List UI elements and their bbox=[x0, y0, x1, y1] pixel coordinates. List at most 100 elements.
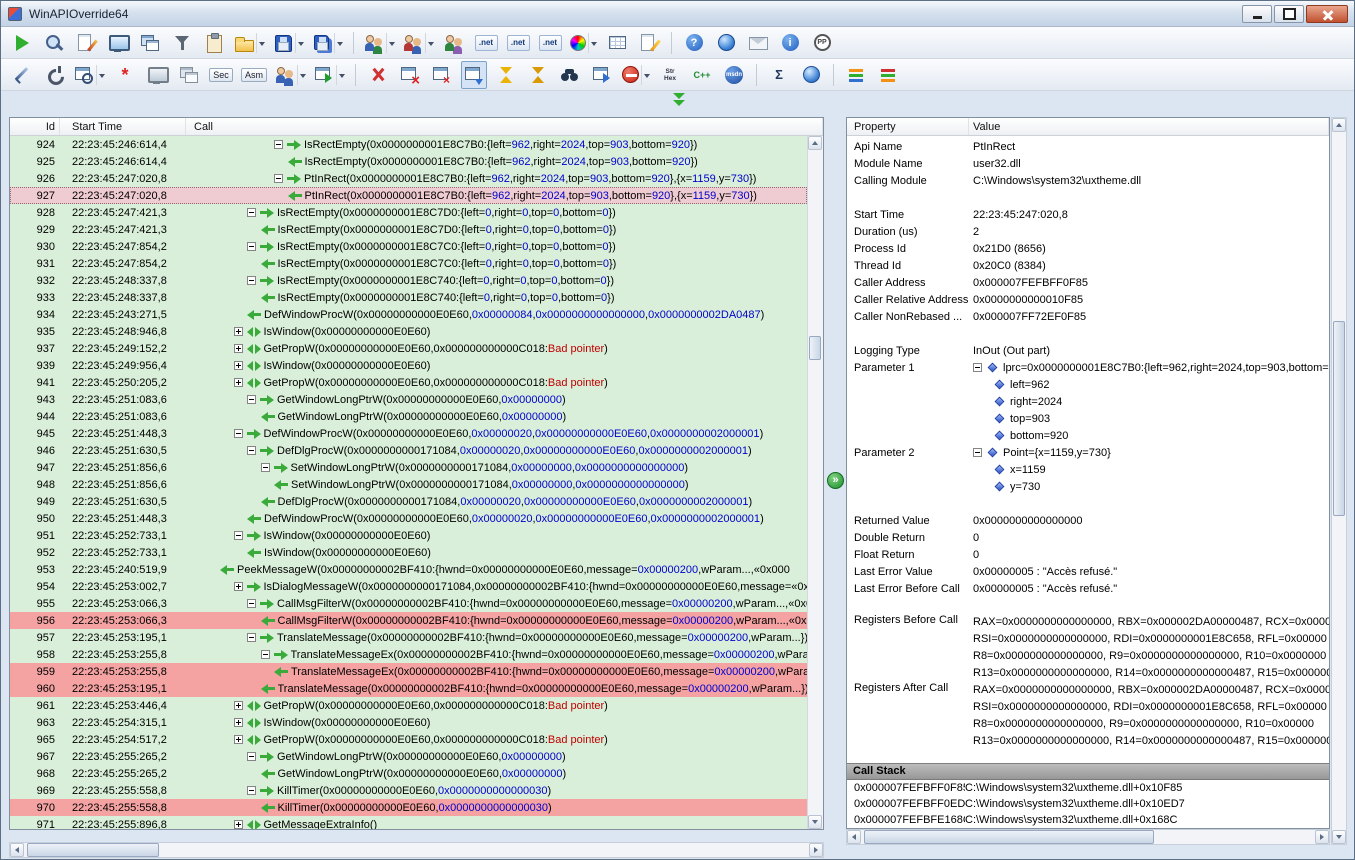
statistics-button[interactable]: Σ bbox=[766, 61, 792, 89]
log-colors-alt-button[interactable] bbox=[875, 61, 901, 89]
dropdown-arrow-icon[interactable] bbox=[386, 33, 395, 53]
process-list-button[interactable] bbox=[137, 29, 163, 57]
break-process-button[interactable]: * bbox=[112, 61, 138, 89]
collapse-panel-button[interactable] bbox=[667, 93, 691, 108]
dropdown-arrow-icon[interactable] bbox=[425, 33, 434, 53]
column-header-call[interactable]: Call bbox=[186, 118, 823, 135]
log-row[interactable]: 93422:23:45:243:271,5DefWindowProcW(0x00… bbox=[10, 306, 807, 323]
details-vertical-scrollbar[interactable] bbox=[1331, 117, 1347, 845]
cpp-filter-button[interactable]: C++ bbox=[689, 61, 715, 89]
log-row[interactable]: 95922:23:45:253:255,8TranslateMessageEx(… bbox=[10, 663, 807, 680]
wait-hook-button[interactable] bbox=[493, 61, 519, 89]
window-finder-button[interactable] bbox=[73, 61, 106, 89]
log-row[interactable]: 95722:23:45:253:195,1TranslateMessage(0x… bbox=[10, 629, 807, 646]
property-row[interactable]: Registers After CallRAX=0x00000000000000… bbox=[847, 682, 1329, 750]
monitoring-file-edit-button[interactable] bbox=[73, 29, 99, 57]
log-row[interactable]: 94822:23:45:251:856,6SetWindowLongPtrW(0… bbox=[10, 476, 807, 493]
color-filter-button[interactable] bbox=[569, 29, 598, 57]
log-row[interactable]: 96722:23:45:255:265,2GetWindowLongPtrW(0… bbox=[10, 748, 807, 765]
dropdown-arrow-icon[interactable] bbox=[295, 33, 304, 53]
property-row[interactable]: Start Time22:23:45:247:020,8 bbox=[847, 206, 1329, 223]
log-row[interactable]: 93722:23:45:249:152,2GetPropW(0x00000000… bbox=[10, 340, 807, 357]
log-row[interactable]: 94522:23:45:251:448,3DefWindowProcW(0x00… bbox=[10, 425, 807, 442]
stop-logging-button[interactable] bbox=[621, 61, 651, 89]
details-horizontal-scrollbar[interactable] bbox=[846, 829, 1330, 845]
log-row[interactable]: 92522:23:45:246:614,4IsRectEmpty(0x00000… bbox=[10, 153, 807, 170]
dotnet-profiler-button[interactable]: .net bbox=[473, 29, 499, 57]
dropdown-arrow-icon[interactable] bbox=[336, 65, 345, 85]
log-row[interactable]: 97022:23:45:255:558,8KillTimer(0x0000000… bbox=[10, 799, 807, 816]
dropdown-arrow-icon[interactable] bbox=[96, 65, 105, 85]
about-button[interactable]: i bbox=[777, 29, 803, 57]
log-row[interactable]: 95322:23:45:240:519,9PeekMessageW(0x0000… bbox=[10, 561, 807, 578]
log-colors-button[interactable] bbox=[843, 61, 869, 89]
dotnet-spy-button[interactable]: .net bbox=[537, 29, 563, 57]
minimize-button[interactable] bbox=[1242, 5, 1272, 23]
cut-hook-button[interactable] bbox=[365, 61, 391, 89]
collapse-box-icon[interactable] bbox=[247, 276, 256, 285]
log-row[interactable]: 93322:23:45:248:337,8IsRectEmpty(0x00000… bbox=[10, 289, 807, 306]
collapse-box-icon[interactable] bbox=[247, 208, 256, 217]
splitter-expand-button[interactable] bbox=[827, 472, 844, 489]
save-all-button[interactable] bbox=[311, 29, 344, 57]
property-row[interactable]: y=730 bbox=[847, 478, 1329, 495]
dropdown-arrow-icon[interactable] bbox=[297, 65, 306, 85]
collapse-box-icon[interactable] bbox=[247, 242, 256, 251]
property-row[interactable]: Float Return0 bbox=[847, 546, 1329, 563]
collapse-box-icon[interactable] bbox=[247, 786, 256, 795]
scrollbar-thumb[interactable] bbox=[809, 336, 821, 360]
log-row[interactable]: 95422:23:45:253:002,7IsDialogMessageW(0x… bbox=[10, 578, 807, 595]
dropdown-arrow-icon[interactable] bbox=[588, 33, 597, 53]
log-row[interactable]: 94622:23:45:251:630,5DefDlgProcW(0x00000… bbox=[10, 442, 807, 459]
collapse-box-icon[interactable] bbox=[247, 395, 256, 404]
property-row[interactable]: Parameter 2Point={x=1159,y=730} bbox=[847, 444, 1329, 461]
scroll-right-icon[interactable] bbox=[809, 843, 823, 857]
log-vertical-scrollbar[interactable] bbox=[807, 136, 823, 829]
scrollbar-thumb[interactable] bbox=[27, 843, 159, 857]
msdn-button[interactable]: msdn bbox=[721, 61, 747, 89]
attach-process-button[interactable] bbox=[41, 29, 67, 57]
tile-windows-button[interactable] bbox=[461, 61, 487, 89]
property-row[interactable]: Last Error Before Call0x00000005 : "Accè… bbox=[847, 580, 1329, 597]
log-row[interactable]: 93222:23:45:248:337,8IsRectEmpty(0x00000… bbox=[10, 272, 807, 289]
log-row[interactable]: 92722:23:45:247:020,8PtInRect(0x00000000… bbox=[10, 187, 807, 204]
expand-box-icon[interactable] bbox=[234, 701, 243, 710]
property-row[interactable]: Module Nameuser32.dll bbox=[847, 155, 1329, 172]
help-button[interactable]: ? bbox=[681, 29, 707, 57]
title-bar[interactable]: WinAPIOverride64 bbox=[1, 1, 1354, 27]
collapse-box-icon[interactable] bbox=[973, 448, 982, 457]
log-row[interactable]: 94722:23:45:251:856,6SetWindowLongPtrW(0… bbox=[10, 459, 807, 476]
log-row[interactable]: 93022:23:45:247:854,2IsRectEmpty(0x00000… bbox=[10, 238, 807, 255]
log-row[interactable]: 94322:23:45:251:083,6GetWindowLongPtrW(0… bbox=[10, 391, 807, 408]
log-row[interactable]: 96522:23:45:254:517,2GetPropW(0x00000000… bbox=[10, 731, 807, 748]
scrollbar-thumb[interactable] bbox=[1333, 321, 1345, 516]
select-window-button[interactable] bbox=[105, 29, 131, 57]
log-row[interactable]: 96822:23:45:255:265,2GetWindowLongPtrW(0… bbox=[10, 765, 807, 782]
string-hex-view-button[interactable]: Str Hex bbox=[657, 61, 683, 89]
log-row[interactable]: 92822:23:45:247:421,3IsRectEmpty(0x00000… bbox=[10, 204, 807, 221]
collapse-box-icon[interactable] bbox=[247, 599, 256, 608]
brand-button[interactable]: PP bbox=[809, 29, 835, 57]
expand-box-icon[interactable] bbox=[234, 582, 243, 591]
report-view-button[interactable] bbox=[604, 29, 630, 57]
property-row[interactable]: Returned Value0x0000000000000000 bbox=[847, 512, 1329, 529]
dotnet-monitor-button[interactable]: .net bbox=[505, 29, 531, 57]
log-edit-button[interactable] bbox=[636, 29, 662, 57]
log-row[interactable]: 95522:23:45:253:066,3CallMsgFilterW(0x00… bbox=[10, 595, 807, 612]
log-row[interactable]: 94922:23:45:251:630,5DefDlgProcW(0x00000… bbox=[10, 493, 807, 510]
log-row[interactable]: 97122:23:45:255:896,8GetMessageExtraInfo… bbox=[10, 816, 807, 829]
scroll-right-icon[interactable] bbox=[1315, 830, 1329, 844]
property-row[interactable] bbox=[847, 597, 1329, 614]
scroll-down-icon[interactable] bbox=[1332, 830, 1346, 844]
expand-box-icon[interactable] bbox=[234, 820, 243, 829]
log-row[interactable]: 93122:23:45:247:854,2IsRectEmpty(0x00000… bbox=[10, 255, 807, 272]
send-report-button[interactable] bbox=[745, 29, 771, 57]
scrollbar-thumb[interactable] bbox=[864, 830, 1154, 844]
callstack-row[interactable]: 0x000007FEFBFF0ED7C:\Windows\system32\ux… bbox=[847, 796, 1329, 812]
wait-all-button[interactable] bbox=[525, 61, 551, 89]
start-monitoring-button[interactable] bbox=[9, 29, 35, 57]
property-row[interactable] bbox=[847, 495, 1329, 512]
property-row[interactable]: left=962 bbox=[847, 376, 1329, 393]
property-row[interactable]: top=903 bbox=[847, 410, 1329, 427]
log-row[interactable]: 92622:23:45:247:020,8PtInRect(0x00000000… bbox=[10, 170, 807, 187]
